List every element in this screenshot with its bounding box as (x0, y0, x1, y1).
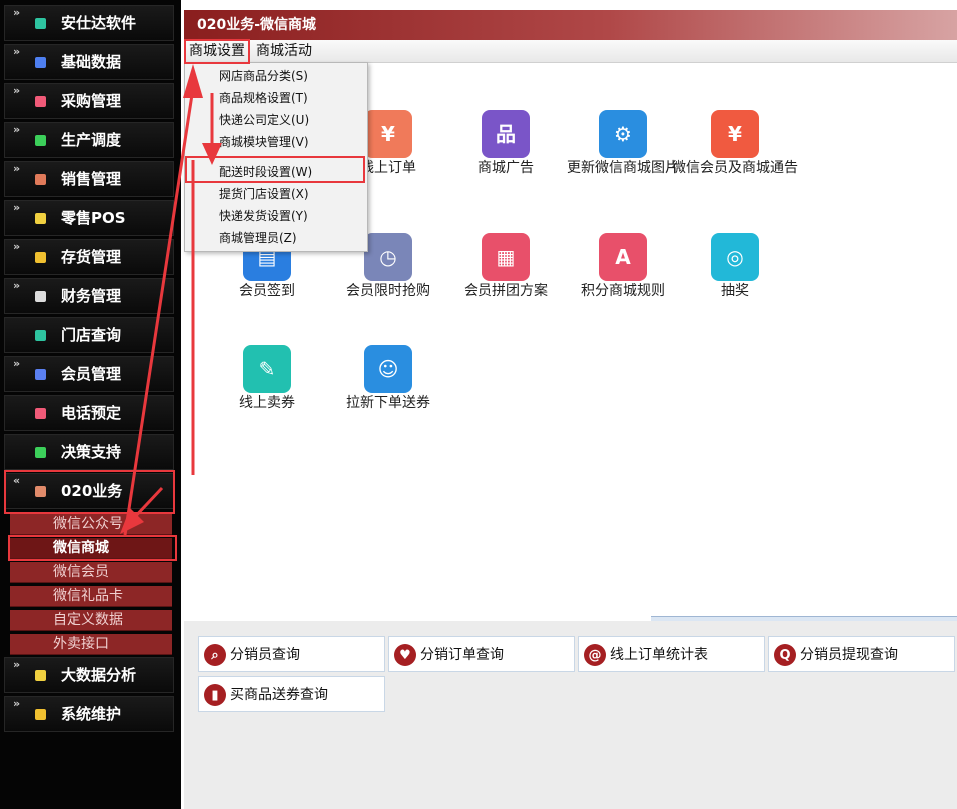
annotation-arrows (120, 64, 222, 536)
arrow-head-down-icon (202, 143, 222, 165)
arrow-line-to-menu (123, 87, 195, 536)
arrow-head-up-icon (183, 64, 203, 98)
